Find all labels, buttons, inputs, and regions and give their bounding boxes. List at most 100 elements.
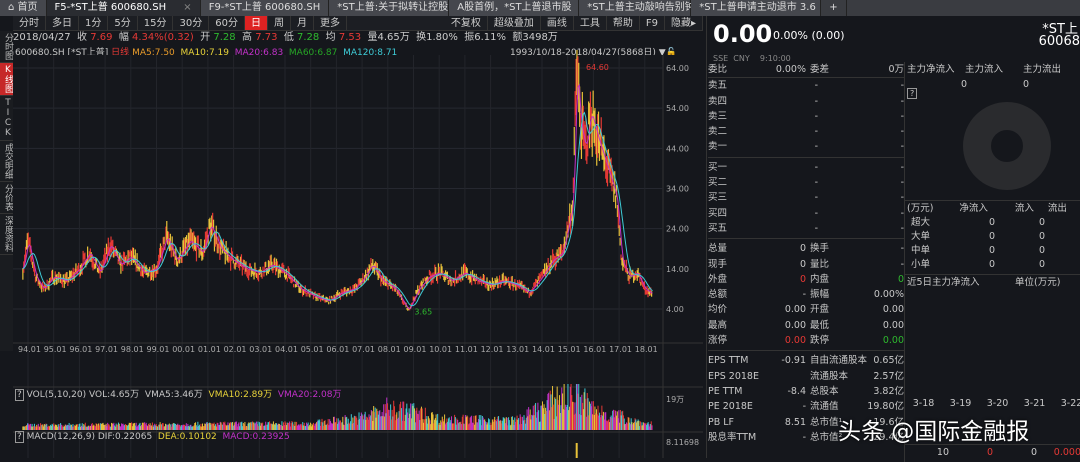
book-row: 最高 0.00 最低 0.00 [708,318,904,333]
x-tick-label: 98.01 [121,345,144,354]
bid-price: - [814,177,818,189]
tool-button[interactable]: 隐藏▸ [665,16,703,30]
x-tick-label: 00.01 [172,345,195,354]
nav-tab[interactable]: 成交明细 [0,141,13,182]
ask-label: 卖三 [708,110,728,122]
period-button[interactable]: 30分 [173,16,210,30]
period-button[interactable]: 周 [268,16,291,30]
tool-button[interactable]: 不复权 [445,16,488,30]
x-tick-label: 07.01 [352,345,375,354]
kline-chart[interactable]: 600680.SH [*ST上普] 日线 MA5:7.50 MA10:7.19 … [13,45,703,458]
x-tick-label: 96.01 [69,345,92,354]
book-cell: - [900,258,904,270]
tab-news-1[interactable]: *ST上普:关于拟转让控股 [329,0,450,16]
low-label: 低 [283,32,294,43]
tab-news-2[interactable]: A股首例，*ST上普退市股 [449,0,580,16]
book-cell: PE TTM [708,385,743,397]
period-button[interactable]: 5分 [108,16,138,30]
change-label: 幅 [118,32,129,43]
x-tick-label: 16.01 [583,345,606,354]
bid-price: - [814,161,818,173]
book-cell: 0.00% [873,289,904,301]
macd-legend: ? MACD(12,26,9) DIF:0.22065 DEA:0.10102 … [15,431,290,443]
tab-home[interactable]: ⌂ 首页 [0,0,47,16]
x-tick-label: 04.01 [275,345,298,354]
book-cell: 开盘 [810,304,830,316]
flow-row: 小单 0 0 [905,258,1080,272]
flow-bottom-cell: 10 [936,447,949,458]
ask-row: 卖二 - - [708,124,904,139]
flow-cell: 0 [1038,217,1045,229]
tool-button[interactable]: 帮助 [607,16,640,30]
flow-row: 中单 0 0 [905,244,1080,258]
tab-news-4[interactable]: *ST上普申请主动退市 3.6 [691,0,822,16]
five-day-date: 3-22 [1060,398,1080,409]
period-button[interactable]: 更多 [314,16,347,30]
tab-news-3[interactable]: *ST上普主动敲响告别钟 [579,0,695,16]
book-cell: -0.91 [781,355,806,367]
main-inflow: 0 [1022,79,1029,91]
flow-cell: 0 [1038,245,1045,257]
period-button[interactable]: 60分 [209,16,245,30]
flow-bottom-cell: 0 [986,447,993,458]
five-day-date: 3-18 [912,398,935,409]
flow-cell: 大单 [911,231,931,243]
close-icon[interactable]: × [183,2,191,13]
nav-tab[interactable]: 分时图 [0,31,13,63]
x-tick-label: 05.01 [301,345,324,354]
flow-cell: 0 [988,245,995,257]
volume: 量4.65万 [367,32,410,43]
new-tab-button[interactable]: + [821,0,847,16]
x-tick-label: 18.01 [635,345,658,354]
help-icon[interactable]: ? [907,88,918,99]
ask-label: 卖二 [708,126,728,138]
x-tick-label: 09.01 [404,345,427,354]
low-value: 7.28 [297,32,320,43]
macd-value: MACD:0.23925 [222,432,290,442]
period-button[interactable]: 日 [244,16,268,30]
flow-cell: 0 [1038,259,1045,271]
help-icon[interactable]: ? [15,431,24,443]
nav-tab[interactable]: TICK [0,96,13,141]
book-row: 总量 0 换手 - [708,241,904,256]
five-day-title: 近5日主力净流入 [907,277,980,289]
tool-button[interactable]: 画线 [541,16,574,30]
period-button[interactable]: 多日 [46,16,79,30]
tool-button[interactable]: F9 [640,16,665,30]
bid-volume: - [900,222,904,234]
book-cell: 最低 [810,319,830,331]
high-label: 高 [242,32,253,43]
book-cell: 委比 [708,64,728,75]
x-tick-label: 97.01 [95,345,118,354]
tab-f5[interactable]: F5-*ST上普 600680.SH × [46,0,201,16]
y-tick-label: 24.00 [666,225,689,234]
period-button[interactable]: 分时 [13,16,46,30]
watermark: 头条 @国际金融报 [838,419,1030,445]
tool-button[interactable]: 工具 [574,16,607,30]
nav-tab[interactable]: 分价表 [0,182,13,214]
period-button[interactable]: 1分 [79,16,109,30]
tool-button[interactable]: 超级叠加 [488,16,541,30]
vma10: VMA10:2.89万 [208,390,273,400]
x-tick-label: 13.01 [506,345,529,354]
y-tick-label: 34.00 [666,185,689,194]
book-row: EPS 2018E 流通股本 2.57亿 [708,369,904,384]
nav-tab[interactable]: K线图 [0,63,13,96]
x-tick-label: 10.01 [429,345,452,354]
help-icon[interactable]: ? [15,389,24,401]
bid-label: 买五 [708,222,728,234]
last-price: 0.00 [713,20,773,48]
bid-price: - [814,222,818,234]
nav-tab[interactable]: 深度资料 [0,214,13,255]
five-day-date: 3-21 [1023,398,1046,409]
tab-f9[interactable]: F9-*ST上普 600680.SH [200,0,330,16]
period-button[interactable]: 月 [291,16,314,30]
book-cell: 量比 [810,258,830,270]
book-cell: 跌停 [810,335,830,347]
book-cell: 0 [799,243,806,255]
five-day-date: 3-19 [949,398,972,409]
ask-row: 卖一 - - [708,139,904,154]
high-label: 64.60 [586,63,609,72]
y-tick-label: 4.00 [666,305,684,314]
period-button[interactable]: 15分 [138,16,174,30]
